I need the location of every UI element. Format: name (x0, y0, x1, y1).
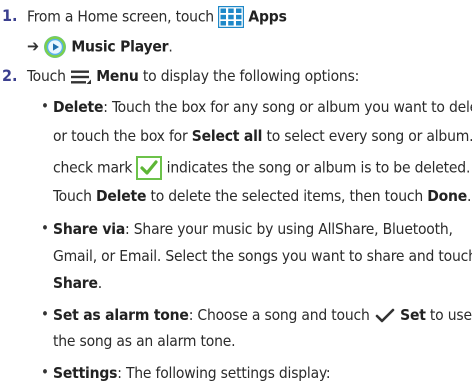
share-line-2: Gmail, or Email. Select the songs you wa… (53, 246, 472, 266)
alarm-text-1-end: to use (429, 306, 472, 324)
delete-text-4c: to delete the selected items, then touch (150, 187, 423, 205)
menu-icon (70, 69, 92, 85)
music-player-icon (43, 35, 67, 59)
select-all-label: Select all (191, 127, 263, 145)
check-icon (374, 307, 396, 325)
step-2-prefix: Touch (27, 67, 66, 85)
step-1-line-2: ➔ Music Player. (27, 35, 173, 59)
share-text-1: : Share your music by using AllShare, Bl… (125, 220, 453, 238)
delete-text-3a: check mark (53, 158, 133, 177)
apps-label: Apps (248, 7, 287, 26)
step-number-2: 2. (2, 66, 18, 85)
green-check-icon (136, 156, 163, 180)
step-2-line: Touch Menu to display the following opti… (27, 66, 359, 86)
share-line-3: Share. (53, 273, 102, 293)
delete-line-3: check mark indicates the song or album i… (53, 156, 470, 180)
share-term: Share via (53, 220, 126, 238)
delete-text-1: : Touch the box for any song or album yo… (103, 98, 472, 116)
share-text-2: Gmail, or Email. Select the songs you wa… (53, 247, 472, 265)
alarm-line-1: Set as alarm tone: Choose a song and tou… (53, 305, 472, 325)
step-2-suffix: to display the following options: (142, 67, 360, 85)
bullet-alarm: • (41, 305, 49, 323)
period: . (168, 37, 173, 56)
delete-line-1: Delete: Touch the box for any song or al… (53, 97, 472, 117)
delete-text-3b: indicates the song or album is to be del… (166, 158, 471, 177)
settings-line-1: Settings: The following settings display… (53, 363, 331, 383)
step-number-1: 1. (2, 6, 18, 25)
share-text-3b: . (97, 274, 102, 292)
music-player-label: Music Player (71, 37, 169, 56)
step-1-line-1: From a Home screen, touch Apps (27, 6, 287, 28)
settings-term: Settings (53, 364, 118, 382)
alarm-line-2: the song as an alarm tone. (53, 331, 236, 351)
delete-line-2: or touch the box for Select all to selec… (53, 126, 472, 146)
share-label: Share (53, 274, 98, 292)
apps-grid-icon (218, 6, 245, 28)
document-page: 1. From a Home screen, touch Apps ➔ Musi… (0, 0, 472, 390)
bullet-delete: • (41, 97, 49, 115)
set-label: Set (400, 306, 426, 324)
delete-text-2c: to select every song or album. A (266, 127, 472, 145)
bullet-share: • (41, 219, 49, 237)
delete-text-4a: Touch (53, 187, 92, 205)
settings-text-1: : The following settings display: (117, 364, 331, 382)
arrow-icon: ➔ (27, 36, 39, 56)
share-line-1: Share via: Share your music by using All… (53, 219, 453, 239)
step-1-text: From a Home screen, touch (27, 7, 214, 26)
menu-label: Menu (96, 67, 139, 85)
delete-text-4e: . (466, 187, 472, 205)
alarm-term: Set as alarm tone (53, 306, 189, 324)
alarm-text-2: the song as an alarm tone. (53, 332, 236, 350)
delete-line-4: Touch Delete to delete the selected item… (53, 186, 471, 206)
delete-term: Delete (53, 98, 104, 116)
alarm-text-1: : Choose a song and touch (188, 306, 370, 324)
delete-label: Delete (96, 187, 147, 205)
delete-text-2a: or touch the box for (53, 127, 188, 145)
bullet-settings: • (41, 363, 49, 381)
done-label: Done (427, 187, 467, 205)
